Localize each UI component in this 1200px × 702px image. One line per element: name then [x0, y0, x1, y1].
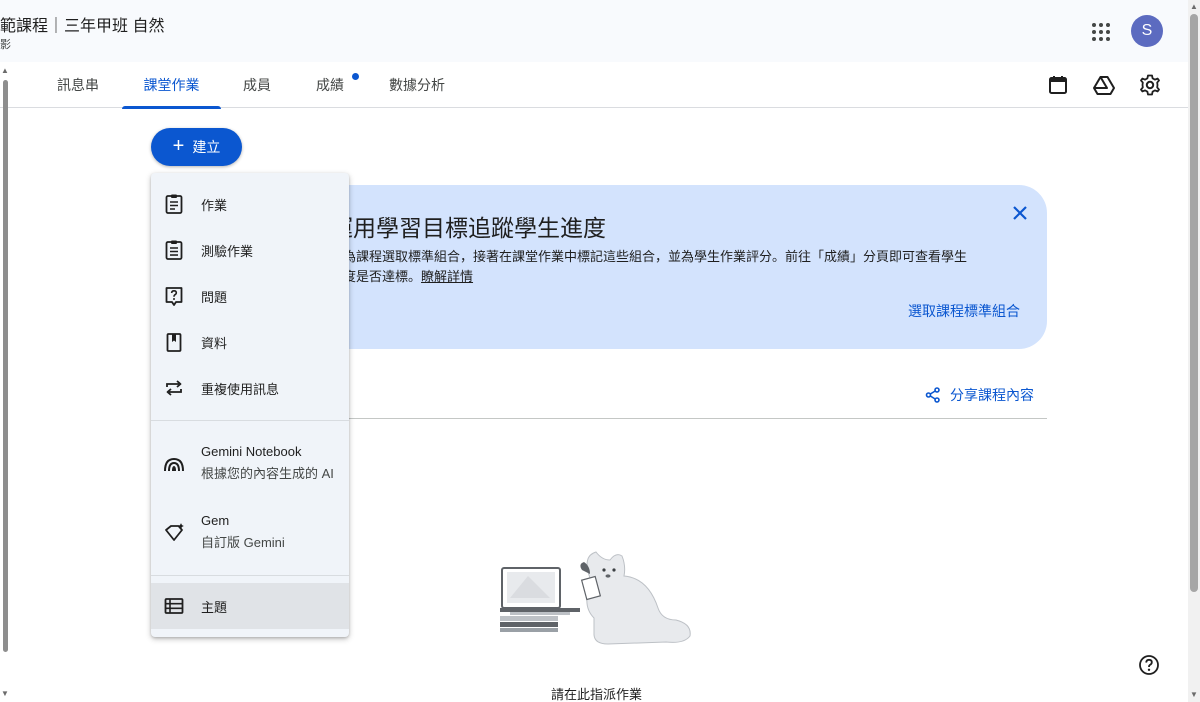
menu-divider [151, 575, 349, 576]
page-scrollbar-thumb[interactable] [1190, 14, 1198, 592]
empty-state-text: 請在此指派作業 [551, 687, 643, 702]
course-subtitle: 影 [0, 39, 11, 51]
menu-item-material[interactable]: 資料 [151, 319, 349, 365]
menu-item-assignment[interactable]: 作業 [151, 181, 349, 227]
scroll-up-arrow[interactable]: ▲ [1, 66, 9, 75]
create-button-label: 建立 [192, 139, 221, 155]
share-icon [925, 387, 940, 403]
menu-item-question[interactable]: 問題 [151, 273, 349, 319]
gemini-notebook-title: Gemini Notebook [201, 444, 302, 459]
menu-item-gemini-notebook[interactable]: Gemini Notebook 根據您的內容生成的 AI [151, 433, 349, 493]
google-apps-icon[interactable] [1089, 20, 1113, 44]
gemini-notebook-icon [164, 457, 184, 472]
menu-item-reuse-post[interactable]: 重複使用訊息 [151, 365, 349, 411]
page-scroll-down-arrow[interactable]: ▼ [1190, 690, 1198, 699]
select-standards-button[interactable]: 選取課程標準組合 [908, 301, 1020, 321]
tab-grades-label: 成績 [316, 77, 344, 93]
create-button[interactable]: + 建立 [151, 128, 242, 166]
left-scrollbar[interactable] [3, 80, 8, 652]
menu-item-gem[interactable]: Gem 自訂版 Gemini [151, 502, 349, 562]
gemini-notebook-subtitle: 根據您的內容生成的 AI [201, 466, 334, 481]
empty-state-illustration [500, 551, 691, 645]
learn-more-link[interactable]: 瞭解詳情 [421, 269, 473, 284]
help-icon[interactable] [1138, 654, 1160, 676]
drive-icon[interactable] [1092, 73, 1116, 97]
menu-item-quiz-assignment[interactable]: 測驗作業 [151, 227, 349, 273]
banner-title: 運用學習目標追蹤學生進度 [330, 215, 606, 241]
tab-stream[interactable]: 訊息串 [44, 62, 112, 108]
course-title[interactable]: 範課程｜三年甲班 自然 [0, 12, 164, 36]
question-icon [165, 287, 183, 306]
tab-grades[interactable]: 成績 [304, 62, 359, 108]
topic-icon [164, 598, 184, 614]
create-menu: 作業 測驗作業 問題 資料 重複使用訊息 Gemini Notebook 根據您… [151, 173, 349, 637]
assignment-icon [165, 194, 183, 214]
menu-item-label: 測驗作業 [201, 243, 254, 259]
tab-analytics[interactable]: 數據分析 [378, 62, 456, 108]
tab-people[interactable]: 成員 [231, 62, 283, 108]
tab-classwork[interactable]: 課堂作業 [122, 62, 221, 109]
account-avatar[interactable]: S [1131, 15, 1163, 47]
banner-description: 先為課程選取標準組合，接著在課堂作業中標記這些組合，並為學生作業評分。前往「成績… [330, 247, 1030, 287]
settings-icon[interactable] [1138, 73, 1162, 97]
class-tabs: 訊息串 課堂作業 成員 成績 數據分析 [0, 62, 1188, 109]
notification-dot [352, 73, 359, 80]
menu-item-label: 主題 [201, 599, 228, 615]
gem-title: Gem [201, 513, 230, 528]
share-label: 分享課程內容 [950, 387, 1034, 403]
menu-divider [151, 420, 349, 421]
quiz-assignment-icon [165, 240, 183, 260]
banner-desc-line1: 先為課程選取標準組合，接著在課堂作業中標記這些組合，並為學生作業評分。前往「成績… [330, 249, 968, 264]
reuse-post-icon [166, 380, 182, 396]
menu-item-label: 資料 [201, 335, 228, 351]
plus-icon: + [172, 135, 185, 157]
gem-subtitle: 自訂版 Gemini [201, 535, 285, 550]
menu-item-topic[interactable]: 主題 [151, 583, 349, 629]
banner-desc-line2: 進度是否達標。瞭解詳情 [330, 267, 1030, 287]
gem-sparkle-icon [165, 523, 184, 541]
section-divider [340, 418, 1047, 419]
learning-goals-banner: 運用學習目標追蹤學生進度 先為課程選取標準組合，接著在課堂作業中標記這些組合，並… [300, 185, 1047, 349]
close-icon[interactable] [1010, 203, 1030, 223]
menu-item-label: 作業 [201, 197, 228, 213]
menu-item-label: 問題 [201, 289, 228, 305]
page-scroll-up-arrow[interactable]: ▲ [1190, 2, 1198, 11]
share-content-button[interactable]: 分享課程內容 [925, 385, 1034, 405]
calendar-icon[interactable] [1046, 73, 1070, 97]
scroll-down-arrow[interactable]: ▼ [1, 689, 9, 698]
material-icon [166, 333, 182, 352]
menu-item-label: 重複使用訊息 [201, 381, 280, 397]
top-app-bar: 範課程｜三年甲班 自然 影 S [0, 0, 1188, 62]
